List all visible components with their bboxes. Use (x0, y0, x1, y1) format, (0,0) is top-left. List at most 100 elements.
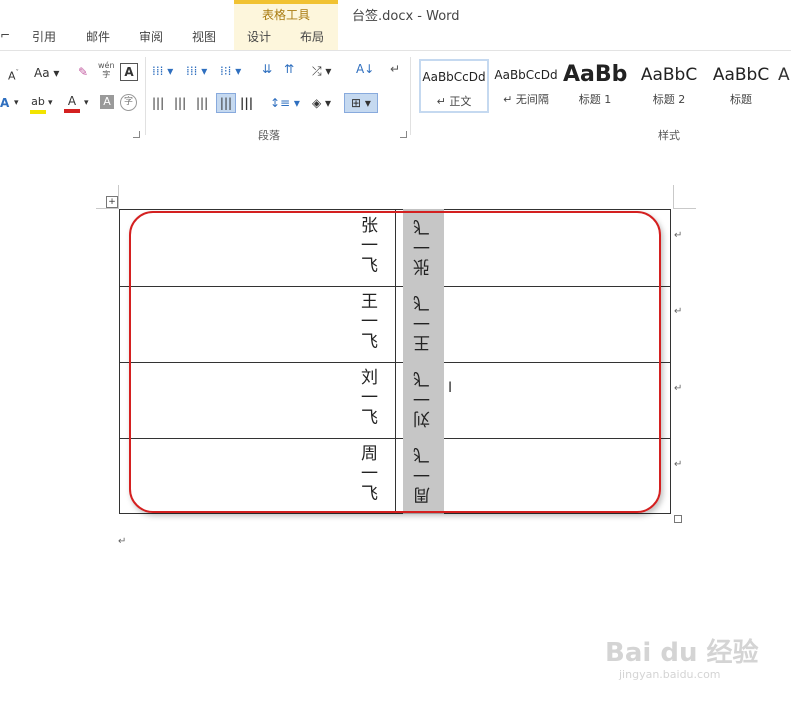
style-normal[interactable]: AaBbCcDd ↵ 正文 (419, 59, 489, 113)
show-marks-button[interactable]: ↵ (390, 61, 400, 77)
margin-guide (118, 185, 119, 209)
shrink-font-button[interactable]: Aˇ (8, 65, 19, 85)
font-dialog-launcher[interactable] (133, 131, 140, 138)
style-name: ↵ 无间隔 (503, 93, 549, 106)
paragraph-mark: ↵ (118, 536, 127, 547)
eraser-icon: ✎ (78, 65, 89, 79)
phonetic-label: wén (98, 61, 115, 70)
distributed-icon: ||| (240, 96, 254, 110)
enclose-characters-button[interactable]: 字 (120, 94, 137, 111)
highlight-dropdown[interactable]: ▾ (48, 95, 53, 111)
line-spacing-button[interactable]: ↕≡ ▾ (270, 95, 300, 111)
style-heading-1[interactable]: AaBb 标题 1 (563, 59, 627, 113)
ribbon: Aˇ Aa ▾ ✎ wén 字 A A ▾ ab ▾ A ▾ A 字 ⁞⁞⁞ ▾ … (0, 50, 791, 144)
styles-group-label: 样式 (658, 129, 680, 142)
style-sample: AaBbC (640, 65, 698, 85)
text-direction-button[interactable]: ⤮ ▾ (312, 63, 331, 79)
style-heading-2[interactable]: AaBbC 标题 2 (634, 59, 704, 113)
increase-indent-button[interactable]: ⇈ (284, 61, 294, 77)
line-spacing-icon: ↕≡ (270, 96, 291, 110)
highlight-button[interactable]: ab (30, 93, 46, 114)
align-center-button[interactable]: ||| (174, 95, 186, 111)
shading-button[interactable]: ◈ ▾ (312, 95, 331, 111)
font-shrink-icon: A (8, 69, 16, 83)
multilevel-list-button[interactable]: ⁞⁝⁞ ▾ (220, 63, 241, 79)
change-case-button[interactable]: Aa ▾ (34, 65, 59, 81)
tab-design[interactable]: 设计 (247, 28, 271, 45)
margin-guide (674, 208, 696, 209)
window-title: 台签.docx - Word (352, 9, 460, 24)
text-direction-icon: ⤮ (312, 64, 322, 78)
font-color-button[interactable]: A (64, 93, 80, 113)
character-border-button[interactable]: A (120, 63, 138, 81)
phonetic-guide-button[interactable]: wén 字 (98, 61, 115, 79)
style-name: ↵ 正文 (436, 95, 472, 108)
style-sample: AaBbC (712, 65, 770, 85)
pilcrow-icon: ↵ (390, 62, 401, 76)
character-shading-button[interactable]: A (100, 95, 114, 109)
style-name-text: 正文 (449, 95, 472, 108)
clear-format-button[interactable]: ✎ (78, 64, 88, 80)
paint-bucket-icon: ◈ (312, 96, 322, 110)
style-name-text: 无间隔 (515, 93, 549, 106)
numbering-button[interactable]: ⁞⁞⁞ ▾ (186, 63, 207, 79)
style-sample: AaBbCcDd (422, 70, 486, 84)
align-left-button[interactable]: ||| (152, 95, 164, 111)
style-name: 标题 (730, 93, 752, 106)
text-effects-button[interactable]: A (0, 95, 9, 111)
highlight-label: ab (31, 95, 45, 108)
increase-indent-icon: ⇈ (284, 62, 295, 76)
margin-guide (673, 185, 674, 209)
borders-icon: ⊞ (351, 96, 362, 110)
baidu-watermark: Bai du 经验 jingyan.baidu.com (605, 622, 775, 682)
change-case-label: Aa (34, 66, 50, 80)
tab-layout[interactable]: 布局 (300, 28, 324, 45)
decrease-indent-icon: ⇊ (262, 62, 273, 76)
bullets-icon: ⁞⁞⁞ (152, 64, 164, 78)
tab-references[interactable]: 引用 (32, 28, 56, 45)
table-tools-title: 表格工具 (261, 8, 310, 22)
character-border-label: A (124, 65, 134, 79)
distributed-button[interactable]: ||| (240, 95, 253, 111)
sort-button[interactable]: A↓ (356, 61, 374, 77)
borders-button[interactable]: ⊞ ▾ (344, 93, 378, 113)
tab-partial[interactable]: ⌐ (0, 28, 10, 42)
text-effects-dropdown[interactable]: ▾ (14, 95, 19, 111)
row-end-mark: ↵ (674, 459, 683, 470)
paragraph-dialog-launcher[interactable] (400, 131, 407, 138)
phonetic-char: 字 (102, 70, 111, 79)
row-end-mark: ↵ (674, 306, 683, 317)
highlight-color-bar (30, 110, 46, 114)
character-shading-label: A (103, 95, 111, 108)
style-name: 标题 2 (652, 93, 686, 106)
numbering-icon: ⁞⁞⁞ (186, 64, 198, 78)
enclose-characters-label: 字 (123, 97, 133, 107)
align-right-button[interactable]: ||| (196, 95, 208, 111)
style-no-spacing[interactable]: AaBbCcDd ↵ 无间隔 (491, 59, 561, 113)
ribbon-tab-bar: ⌐ 引用 邮件 审阅 视图 表格工具 设计 布局 台签.docx - Word (0, 0, 791, 50)
table-tools-accent (234, 0, 338, 4)
margin-guide (96, 208, 118, 209)
align-left-icon: ||| (152, 96, 165, 110)
ribbon-separator (410, 57, 411, 135)
text-effects-icon: A (0, 96, 10, 110)
font-color-bar (64, 109, 80, 113)
table-resize-handle[interactable] (674, 515, 682, 523)
tab-view[interactable]: 视图 (192, 28, 216, 45)
style-name: 标题 1 (578, 93, 612, 106)
justify-icon: ||| (219, 96, 233, 110)
watermark-url: jingyan.baidu.com (619, 668, 721, 681)
bullets-button[interactable]: ⁞⁞⁞ ▾ (152, 63, 173, 79)
style-title[interactable]: AaBbC 标题 (706, 59, 776, 113)
watermark-brand: Bai du 经验 (605, 638, 759, 668)
decrease-indent-button[interactable]: ⇊ (262, 61, 272, 77)
align-center-icon: ||| (174, 96, 187, 110)
style-partial[interactable]: A (778, 67, 790, 84)
tab-review[interactable]: 审阅 (139, 28, 163, 45)
table-move-handle[interactable]: + (106, 196, 118, 208)
style-sample: AaBbCcDd (494, 68, 558, 82)
row-end-mark: ↵ (674, 383, 683, 394)
tab-mailings[interactable]: 邮件 (86, 28, 110, 45)
justify-button[interactable]: ||| (216, 93, 236, 113)
font-color-dropdown[interactable]: ▾ (84, 95, 89, 111)
